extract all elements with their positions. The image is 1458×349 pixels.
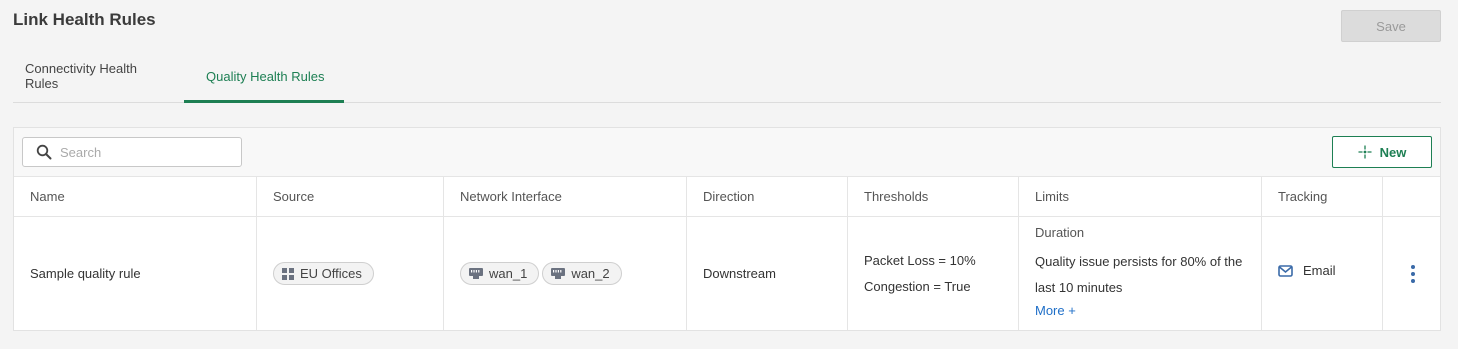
interface-chip-label: wan_1 — [489, 266, 528, 281]
column-header-tracking[interactable]: Tracking — [1262, 177, 1383, 216]
threshold-congestion: Congestion = True — [864, 279, 971, 294]
interface-chip[interactable]: wan_2 — [542, 262, 622, 285]
limits-cell: Duration Quality issue persists for 80% … — [1019, 217, 1262, 330]
table-header: Name Source Network Interface Direction … — [14, 177, 1440, 217]
limits-more-link[interactable]: More + — [1035, 303, 1250, 318]
search-field[interactable] — [22, 137, 242, 167]
limits-text: Quality issue persists for 80% of the la… — [1035, 254, 1243, 295]
column-header-direction[interactable]: Direction — [687, 177, 848, 216]
source-chip[interactable]: EU Offices — [273, 262, 374, 285]
kebab-menu-icon[interactable] — [1411, 264, 1415, 283]
ethernet-port-icon — [469, 268, 483, 279]
tab-quality-health-rules[interactable]: Quality Health Rules — [184, 58, 344, 103]
interface-chip[interactable]: wan_1 — [460, 262, 540, 285]
threshold-packet-loss: Packet Loss = 10% — [864, 253, 976, 268]
new-button-label: New — [1379, 144, 1407, 160]
tab-connectivity-health-rules[interactable]: Connectivity Health Rules — [13, 58, 184, 103]
table-row[interactable]: Sample quality rule EU Offices wan_1 wan… — [14, 217, 1440, 330]
email-icon — [1278, 264, 1293, 277]
limits-label: Duration — [1035, 225, 1085, 240]
column-header-name[interactable]: Name — [14, 177, 257, 216]
column-header-network-interface[interactable]: Network Interface — [444, 177, 687, 216]
network-interface-cell: wan_1 wan_2 — [444, 217, 687, 330]
column-header-source[interactable]: Source — [257, 177, 444, 216]
actions-cell — [1383, 217, 1440, 330]
tracking-cell: Email — [1262, 217, 1383, 330]
interface-chip-label: wan_2 — [571, 266, 610, 281]
grid-icon — [282, 267, 294, 280]
rules-table-panel: New Name Source Network Interface Direct… — [13, 127, 1441, 331]
column-header-limits[interactable]: Limits — [1019, 177, 1262, 216]
column-header-thresholds[interactable]: Thresholds — [848, 177, 1019, 216]
ethernet-port-icon — [551, 268, 566, 279]
page-title: Link Health Rules — [13, 10, 156, 29]
rule-name: Sample quality rule — [14, 217, 257, 330]
sparkle-icon — [1357, 145, 1372, 159]
source-cell: EU Offices — [257, 217, 444, 330]
new-rule-button[interactable]: New — [1332, 136, 1432, 168]
source-chip-label: EU Offices — [300, 266, 362, 281]
tracking-label: Email — [1303, 263, 1336, 278]
search-icon — [36, 144, 52, 160]
table-toolbar: New — [14, 128, 1440, 177]
search-input[interactable] — [60, 144, 230, 160]
column-header-actions — [1383, 177, 1440, 216]
thresholds-cell: Packet Loss = 10% Congestion = True — [848, 217, 1019, 330]
tab-bar: Connectivity Health Rules Quality Health… — [13, 58, 1441, 103]
save-button[interactable]: Save — [1341, 10, 1441, 42]
direction-cell: Downstream — [687, 217, 848, 330]
